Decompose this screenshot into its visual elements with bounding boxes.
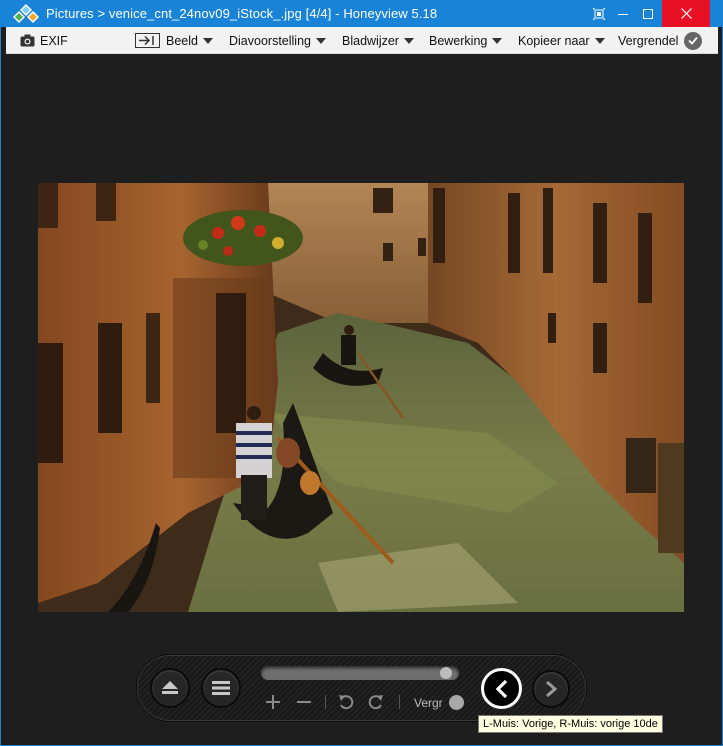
beeld-menu[interactable]: Beeld [135,27,213,54]
exif-label: EXIF [40,33,68,48]
diavoorstelling-menu[interactable]: Diavoorstelling [229,27,326,54]
maximize-icon [643,8,653,19]
next-image-button[interactable] [532,670,570,708]
bladwijzer-menu[interactable]: Bladwijzer [342,27,414,54]
slider-thumb[interactable] [440,667,453,679]
check-icon [684,31,703,50]
hamburger-menu-icon [212,681,230,695]
chevron-down-icon [594,37,605,44]
close-icon [680,8,692,19]
bladwijzer-label: Bladwijzer [342,33,399,48]
separator [325,695,326,709]
vergrendel-label: Vergrendel [618,33,679,48]
photo-venice-canal[interactable] [38,183,684,612]
close-button[interactable] [662,0,710,27]
rotate-left-button[interactable] [337,693,355,711]
chevron-down-icon [403,37,414,44]
camera-icon [20,34,35,47]
chevron-down-icon [492,37,503,44]
menu-toolbar: EXIF Beeld Diavoorstelling Bladwijzer Be… [6,27,718,54]
rotate-right-button[interactable] [367,693,385,711]
title-bar[interactable]: Pictures > venice_cnt_24nov09_iStock_.jp… [0,0,723,27]
eject-icon [162,681,178,694]
diavoorstelling-label: Diavoorstelling [229,33,311,48]
window-title: Pictures > venice_cnt_24nov09_iStock_.jp… [46,6,438,21]
separator [399,695,400,709]
chevron-left-icon [495,679,507,698]
previous-image-button[interactable] [481,668,522,709]
menu-button[interactable] [201,668,241,708]
vergrendel-button[interactable]: Vergrendel [618,27,703,54]
chevron-down-icon [202,37,213,44]
kopieer-naar-label: Kopieer naar [518,33,590,48]
zoom-out-button[interactable] [295,693,313,711]
minus-icon [297,701,311,703]
fit-window-button[interactable] [586,0,612,27]
rotate-right-icon [368,695,383,710]
vergr-toggle[interactable] [449,695,464,710]
view-arrow-icon [135,33,160,48]
fit-window-icon [593,7,605,20]
bewerking-menu[interactable]: Bewerking [429,27,503,54]
minimize-icon [618,13,628,15]
eject-button[interactable] [150,668,190,708]
minimize-button[interactable] [612,0,634,27]
vergr-label: Vergr [414,696,443,710]
kopieer-naar-menu[interactable]: Kopieer naar [518,27,605,54]
maximize-button[interactable] [634,0,662,27]
navigation-control-bar: Vergr [137,655,586,721]
bewerking-label: Bewerking [429,33,488,48]
honeyview-app-icon[interactable] [13,3,39,25]
rotate-left-icon [339,695,354,710]
chevron-right-icon [546,681,558,697]
zoom-in-button[interactable] [264,693,282,711]
chevron-down-icon [315,37,326,44]
beeld-label: Beeld [166,33,198,48]
image-position-slider[interactable] [261,666,459,680]
tooltip: L-Muis: Vorige, R-Muis: vorige 10de [478,715,663,733]
plus-icon [266,695,280,709]
exif-button[interactable]: EXIF [20,27,68,54]
